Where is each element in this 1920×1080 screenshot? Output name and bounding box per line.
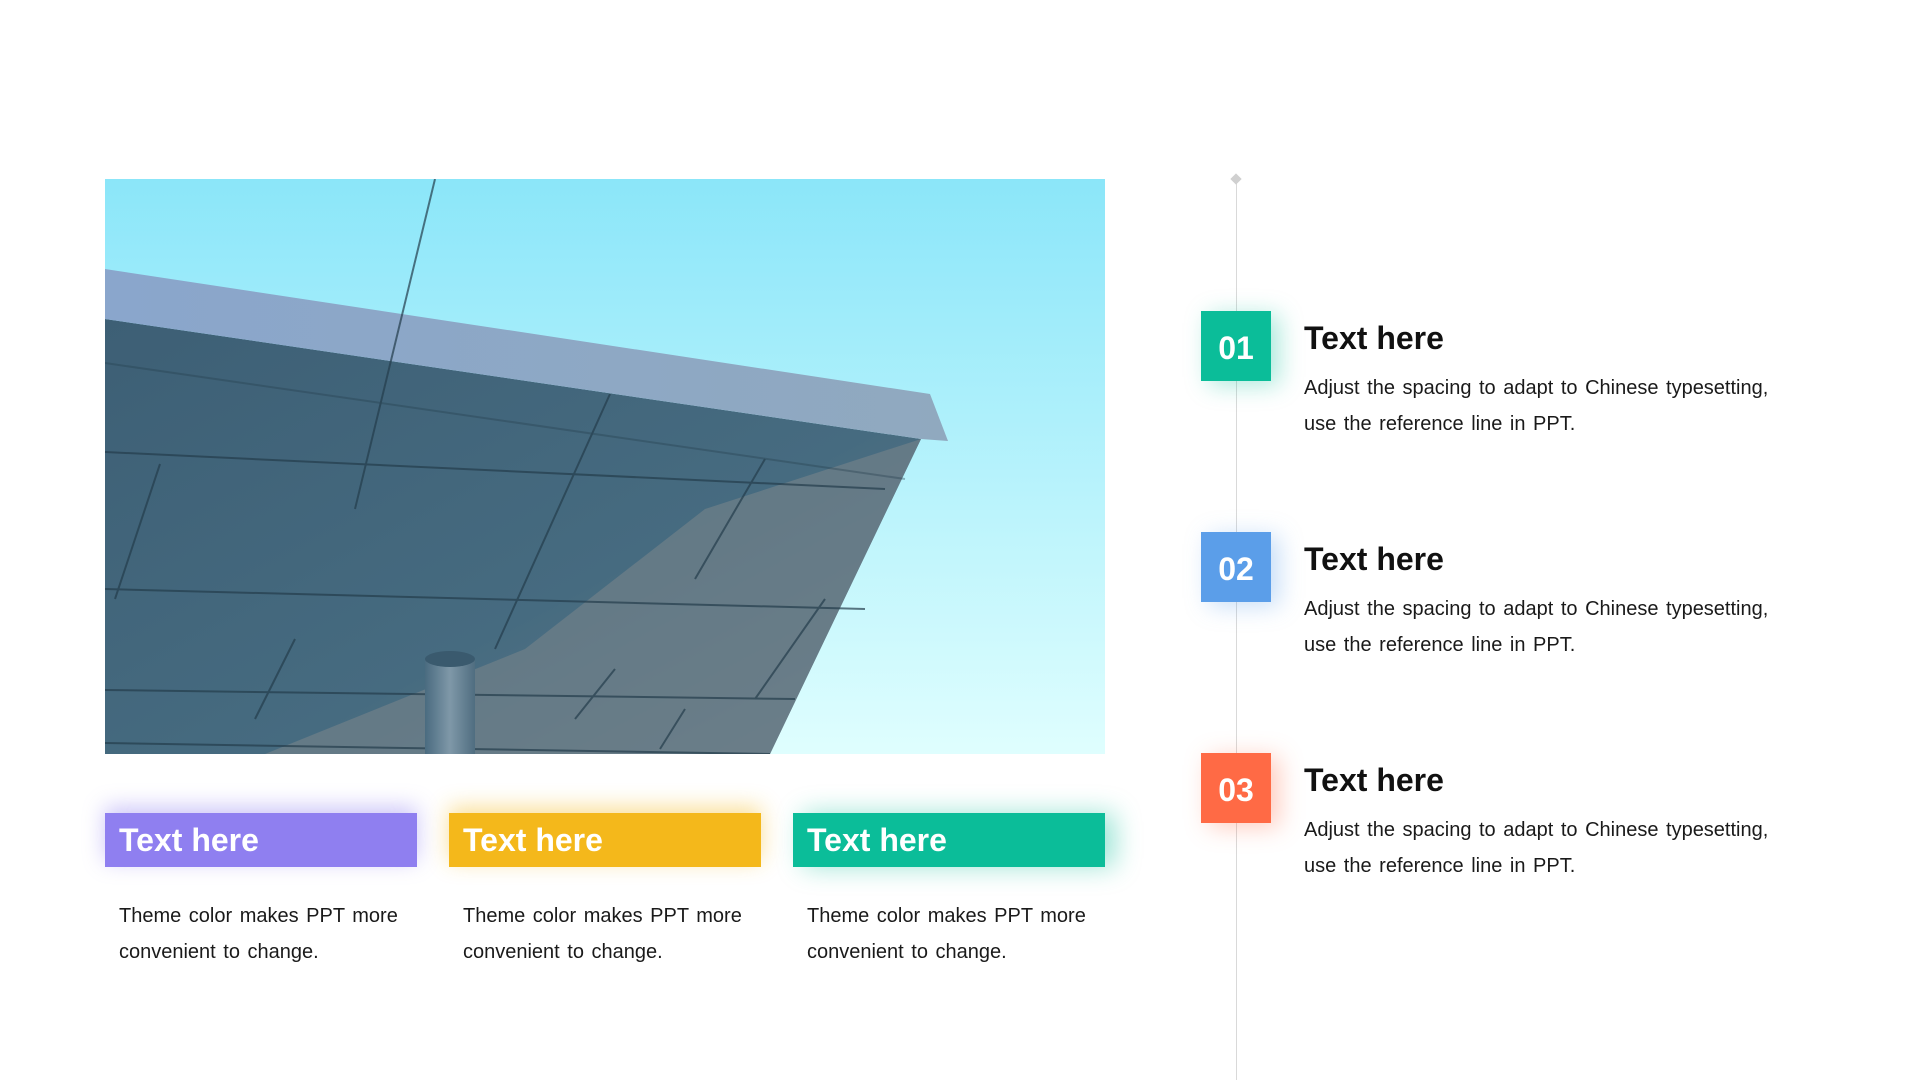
tag-3: Text here: [793, 813, 1105, 867]
timeline-description-3: Adjust the spacing to adapt to Chinese t…: [1304, 819, 1769, 877]
tag-2-description: Theme color makes PPT more convenient to…: [463, 905, 742, 963]
timeline-description-2: Adjust the spacing to adapt to Chinese t…: [1304, 598, 1769, 656]
tag-1-description: Theme color makes PPT more convenient to…: [119, 905, 398, 963]
timeline-title-1: Text here: [1304, 320, 1444, 356]
tag-3-description: Theme color makes PPT more convenient to…: [807, 905, 1086, 963]
timeline-number-3: 03: [1201, 753, 1271, 823]
building-photo: [105, 179, 1105, 754]
timeline-diamond-marker: [1230, 173, 1242, 185]
timeline-number-2: 02: [1201, 532, 1271, 602]
building-canopy-image: [105, 179, 1105, 754]
slide: Text here Text here Text here Theme colo…: [0, 0, 1920, 1080]
timeline-title-3: Text here: [1304, 762, 1444, 798]
tag-2: Text here: [449, 813, 761, 867]
timeline-description-1: Adjust the spacing to adapt to Chinese t…: [1304, 377, 1769, 435]
timeline-number-1: 01: [1201, 311, 1271, 381]
tag-1: Text here: [105, 813, 417, 867]
timeline-title-2: Text here: [1304, 541, 1444, 577]
